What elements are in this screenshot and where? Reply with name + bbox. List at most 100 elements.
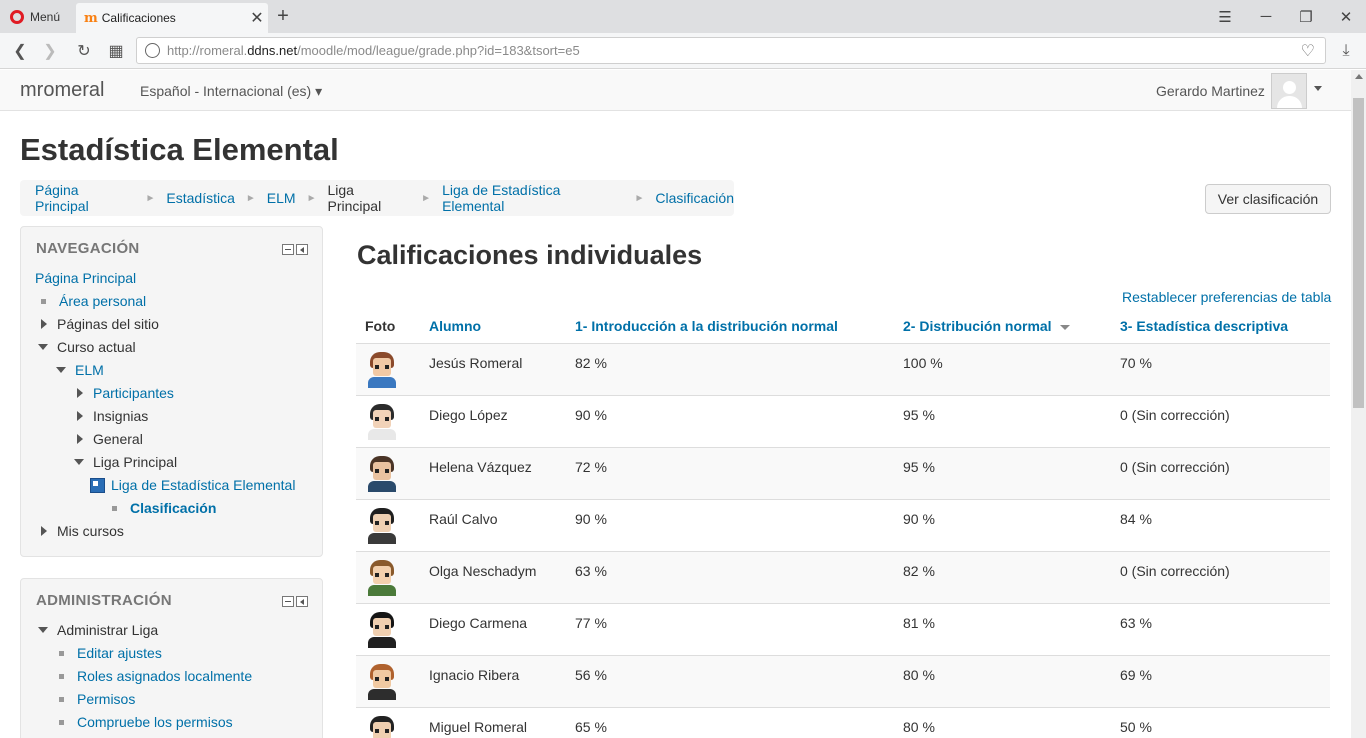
breadcrumb-course[interactable]: ELM <box>267 190 296 206</box>
page-scrollbar[interactable] <box>1351 70 1366 738</box>
collapse-arrow-icon[interactable] <box>38 627 48 633</box>
collapse-block-icon[interactable] <box>282 596 294 607</box>
tab-menu-icon[interactable]: ☰ <box>1205 0 1245 33</box>
student-name: Olga Neschadym <box>420 551 566 604</box>
breadcrumb-category[interactable]: Estadística <box>166 190 234 206</box>
scroll-up-arrow-icon[interactable] <box>1355 74 1363 79</box>
header-exercise-2-label[interactable]: 2- Distribución normal <box>903 318 1052 334</box>
close-window-icon[interactable]: ✕ <box>1326 0 1366 33</box>
new-tab-icon[interactable]: + <box>272 5 294 27</box>
nav-item-general-label: General <box>93 431 143 447</box>
url-field[interactable]: http://romeral. ddns.net/moodle/mod/leagu… <box>136 37 1326 64</box>
nav-item-site-pages[interactable]: Páginas del sitio <box>40 316 159 332</box>
opera-menu-button[interactable]: Menú <box>0 0 74 33</box>
url-prefix: http://romeral. <box>167 43 248 58</box>
tab-close-icon[interactable]: ✕ <box>246 8 268 28</box>
nav-item-dashboard[interactable]: Área personal <box>41 293 146 309</box>
student-avatar[interactable] <box>365 715 399 738</box>
collapse-arrow-icon[interactable] <box>38 344 48 350</box>
admin-item-local-roles-label[interactable]: Roles asignados localmente <box>77 668 252 684</box>
speed-dial-icon[interactable]: ▦ <box>104 39 128 63</box>
nav-item-main-league[interactable]: Liga Principal <box>74 454 177 470</box>
student-avatar[interactable] <box>365 351 399 388</box>
language-menu[interactable]: Español - Internacional (es) ▾ <box>140 83 322 100</box>
expand-arrow-icon[interactable] <box>41 319 47 329</box>
user-avatar[interactable] <box>1271 73 1307 109</box>
url-host: ddns.net <box>247 43 298 58</box>
nav-item-current-course[interactable]: Curso actual <box>38 339 136 355</box>
nav-item-badges-label: Insignias <box>93 408 149 424</box>
forward-icon[interactable]: ❯ <box>38 39 62 63</box>
admin-item-manage-league-label: Administrar Liga <box>57 622 159 638</box>
student-avatar[interactable] <box>365 455 399 492</box>
admin-item-check-permissions-label[interactable]: Compruebe los permisos <box>77 714 233 730</box>
admin-item-edit-settings-label[interactable]: Editar ajustes <box>77 645 162 661</box>
admin-item-permissions-label[interactable]: Permisos <box>77 691 135 707</box>
nav-item-my-courses[interactable]: Mis cursos <box>40 523 124 539</box>
collapse-block-icon[interactable] <box>282 244 294 255</box>
nav-item-participants[interactable]: Participantes <box>76 385 174 401</box>
nav-item-ranking[interactable]: Clasificación <box>112 500 216 516</box>
nav-item-home-label[interactable]: Página Principal <box>35 270 136 286</box>
tab-title: Calificaciones <box>101 11 176 25</box>
nav-item-ranking-label[interactable]: Clasificación <box>130 500 216 516</box>
expand-arrow-icon[interactable] <box>77 388 83 398</box>
collapse-arrow-icon[interactable] <box>74 459 84 465</box>
download-icon[interactable]: ⤓ <box>1334 39 1358 63</box>
admin-item-edit-settings[interactable]: Editar ajustes <box>59 645 162 661</box>
collapse-arrow-icon[interactable] <box>56 367 66 373</box>
reload-icon[interactable]: ↻ <box>72 39 96 63</box>
nav-item-elm-label[interactable]: ELM <box>75 362 104 378</box>
back-icon[interactable]: ❮ <box>8 39 32 63</box>
student-avatar[interactable] <box>365 611 399 648</box>
admin-item-manage-league[interactable]: Administrar Liga <box>38 622 158 638</box>
bookmark-heart-icon[interactable]: ♡ <box>1301 41 1315 61</box>
admin-item-local-roles[interactable]: Roles asignados localmente <box>59 668 252 684</box>
nav-item-league-label[interactable]: Liga de Estadística Elemental <box>111 477 295 493</box>
browser-tab[interactable]: m Calificaciones ✕ <box>76 3 268 33</box>
student-avatar[interactable] <box>365 559 399 596</box>
site-brand[interactable]: mromeral <box>20 79 104 102</box>
grade-exercise-2: 81 % <box>894 603 1111 656</box>
header-exercise-1[interactable]: 1- Introducción a la distribución normal <box>566 310 894 344</box>
nav-item-home[interactable]: Página Principal <box>35 270 136 286</box>
nav-item-league[interactable]: Liga de Estadística Elemental <box>90 477 295 493</box>
dock-block-icon[interactable] <box>296 596 308 607</box>
nav-item-badges[interactable]: Insignias <box>76 408 148 424</box>
bullet-icon <box>59 650 64 656</box>
nav-item-dashboard-label[interactable]: Área personal <box>59 293 146 309</box>
breadcrumb-home[interactable]: Página Principal <box>35 182 135 214</box>
student-name: Miguel Romeral <box>420 707 566 738</box>
sort-desc-icon <box>1059 325 1070 331</box>
breadcrumb-current[interactable]: Clasificación <box>655 190 734 206</box>
view-ranking-button[interactable]: Ver clasificación <box>1205 184 1331 214</box>
nav-item-participants-label[interactable]: Participantes <box>93 385 174 401</box>
header-exercise-3[interactable]: 3- Estadística descriptiva <box>1111 310 1330 344</box>
expand-arrow-icon[interactable] <box>77 411 83 421</box>
minimize-icon[interactable]: ─ <box>1246 0 1286 33</box>
expand-arrow-icon[interactable] <box>77 434 83 444</box>
header-exercise-2[interactable]: 2- Distribución normal <box>894 310 1111 344</box>
expand-arrow-icon[interactable] <box>41 526 47 536</box>
student-avatar[interactable] <box>365 403 399 440</box>
dock-block-icon[interactable] <box>296 244 308 255</box>
scrollbar-thumb[interactable] <box>1353 98 1364 408</box>
nav-item-elm[interactable]: ELM <box>56 362 104 378</box>
user-menu-caret-icon[interactable] <box>1314 86 1322 91</box>
grade-exercise-3: 0 (Sin corrección) <box>1111 551 1330 604</box>
student-avatar[interactable] <box>365 507 399 544</box>
photo-cell <box>356 447 420 500</box>
student-avatar[interactable] <box>365 663 399 700</box>
grade-exercise-2: 95 % <box>894 447 1111 500</box>
breadcrumb-league[interactable]: Liga de Estadística Elemental <box>442 182 623 214</box>
grade-exercise-2: 100 % <box>894 343 1111 396</box>
admin-item-check-permissions[interactable]: Compruebe los permisos <box>59 714 233 730</box>
header-student[interactable]: Alumno <box>420 310 566 344</box>
admin-item-permissions[interactable]: Permisos <box>59 691 135 707</box>
reset-table-preferences-link[interactable]: Restablecer preferencias de tabla <box>1122 289 1331 305</box>
maximize-icon[interactable]: ❐ <box>1286 0 1326 33</box>
nav-item-general[interactable]: General <box>76 431 143 447</box>
user-name[interactable]: Gerardo Martinez <box>1156 83 1265 99</box>
grade-exercise-3: 50 % <box>1111 707 1330 738</box>
grade-exercise-1: 72 % <box>566 447 894 500</box>
